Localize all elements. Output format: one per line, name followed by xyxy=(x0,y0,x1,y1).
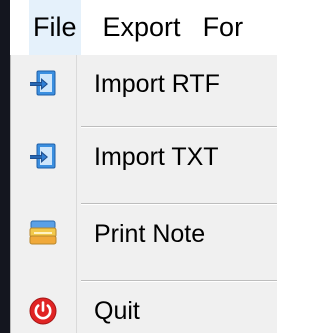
menu-item-import-txt[interactable]: Import TXT xyxy=(11,128,277,186)
menu-item-label: Import RTF xyxy=(94,69,220,98)
menu-item-label: Print Note xyxy=(94,219,206,248)
application-window: File Export For Import RTF Import TXT Pr… xyxy=(0,0,277,333)
import-document-icon xyxy=(28,69,58,99)
menubar-file[interactable]: File xyxy=(29,0,81,55)
power-icon xyxy=(28,296,58,326)
menu-item-print-note[interactable]: Print Note xyxy=(11,205,277,263)
menubar-format[interactable]: For xyxy=(203,0,244,55)
printer-icon xyxy=(28,218,58,248)
menu-item-label: Import TXT xyxy=(94,142,219,171)
file-dropdown-menu: Import RTF Import TXT Print Note Quit xyxy=(10,55,277,333)
menubar-export[interactable]: Export xyxy=(103,0,181,55)
menu-item-label: Quit xyxy=(94,296,140,325)
window-edge xyxy=(0,0,10,333)
menu-item-quit[interactable]: Quit xyxy=(11,282,277,333)
menu-item-import-rtf[interactable]: Import RTF xyxy=(11,55,277,113)
import-document-icon xyxy=(28,142,58,172)
menu-bar: File Export For xyxy=(10,0,277,55)
